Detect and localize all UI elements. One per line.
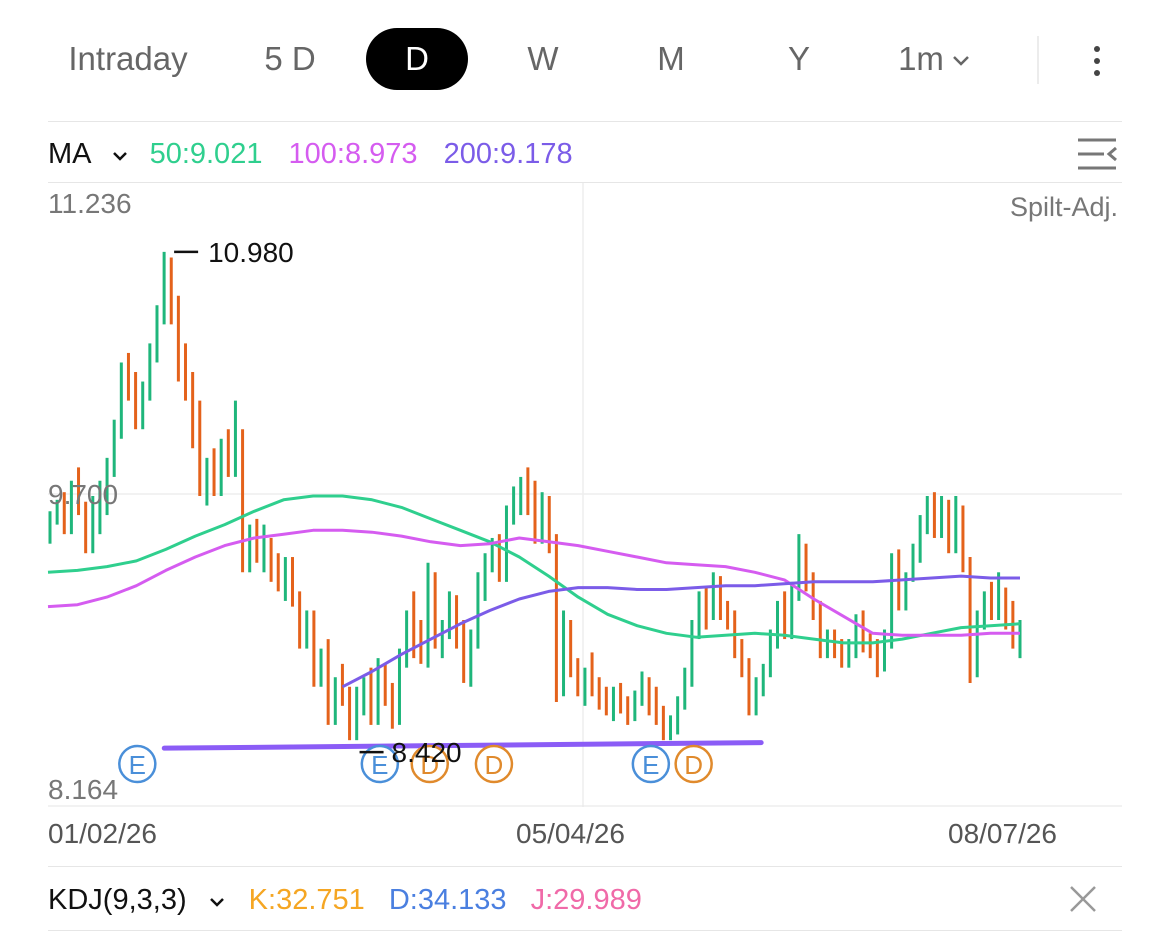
divider-kdj [48, 866, 1122, 867]
ma200-value: 200:9.178 [443, 138, 573, 170]
ma-label: MA [48, 138, 92, 170]
tab-divider [1037, 36, 1039, 84]
kdj-j-value: J:29.989 [530, 884, 642, 916]
y-tick-mid: 9.700 [48, 479, 118, 510]
chevron-down-icon [112, 152, 127, 161]
tab-1m-label: 1m [898, 40, 944, 77]
divider-bottom [48, 930, 1122, 931]
trendline-support [161, 740, 764, 751]
tab-5d[interactable]: 5 D [240, 28, 340, 90]
event-label: E [371, 750, 388, 780]
ma-line-200 [341, 574, 1020, 689]
ma-legend: MA 50:9.021 100:8.973 200:9.178 [48, 132, 587, 176]
kdj-selector[interactable]: KDJ(9,3,3) [48, 884, 225, 916]
kdj-k-value: K:32.751 [248, 884, 365, 916]
tab-intraday[interactable]: Intraday [48, 28, 208, 90]
divider-top [48, 121, 1122, 122]
tab-1m[interactable]: 1m [884, 28, 984, 90]
indicator-list-icon[interactable] [1076, 134, 1118, 174]
high-value-label: 10.980 [208, 237, 294, 268]
ma-selector[interactable]: MA [48, 138, 128, 170]
close-icon[interactable] [1068, 884, 1098, 914]
earnings-event-marker[interactable]: E [118, 744, 157, 784]
kdj-legend: KDJ(9,3,3) K:32.751 D:34.133 J:29.989 [48, 878, 658, 922]
kdj-d-value: D:34.133 [388, 884, 507, 916]
tab-day[interactable]: D [366, 28, 468, 90]
ma50-value: 50:9.021 [149, 138, 263, 170]
price-chart[interactable]: EEDDED 11.236 9.700 8.164 Spilt-Adj. 10.… [0, 183, 1170, 807]
tab-week[interactable]: W [500, 28, 586, 90]
y-tick-top: 11.236 [48, 188, 132, 219]
chevron-down-icon [953, 56, 969, 67]
x-label-end: 08/07/26 [948, 818, 1057, 849]
kdj-label: KDJ(9,3,3) [48, 884, 187, 916]
tab-month[interactable]: M [628, 28, 714, 90]
low-value-label: 8.420 [392, 737, 462, 768]
split-adj-label[interactable]: Spilt-Adj. [1010, 192, 1118, 222]
y-tick-bottom: 8.164 [48, 774, 118, 805]
event-label: D [485, 750, 504, 780]
event-label: E [129, 750, 146, 780]
x-label-mid: 05/04/26 [516, 818, 625, 849]
event-label: D [684, 750, 703, 780]
event-label: E [642, 750, 659, 780]
earnings-event-marker[interactable]: E [631, 744, 671, 784]
x-label-start: 01/02/26 [48, 818, 157, 849]
price-chart-svg: EEDDED 11.236 9.700 8.164 Spilt-Adj. 10.… [47, 183, 1122, 807]
tab-year[interactable]: Y [756, 28, 842, 90]
chevron-down-icon [209, 898, 224, 907]
ma100-value: 100:8.973 [288, 138, 418, 170]
period-tabs: Intraday 5 D D W M Y 1m [0, 0, 1170, 120]
dividend-event-marker[interactable]: D [674, 744, 713, 784]
more-vertical-icon[interactable] [1082, 40, 1112, 84]
dividend-event-marker[interactable]: D [474, 744, 514, 784]
